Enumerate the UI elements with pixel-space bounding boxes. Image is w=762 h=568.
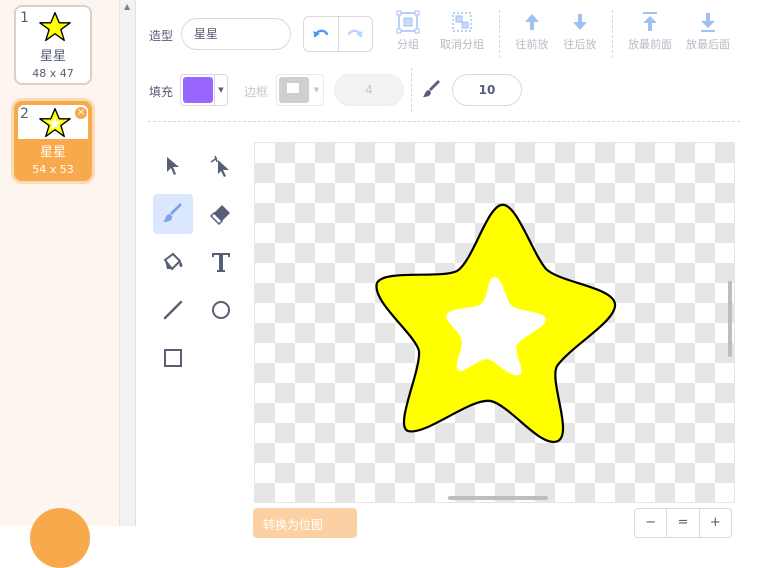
costume-size: 54 x 53	[32, 163, 74, 176]
star-drawing	[375, 203, 617, 444]
eraser-tool[interactable]	[201, 194, 241, 234]
undo-redo-group	[303, 16, 373, 52]
line-icon	[163, 300, 183, 320]
add-costume-button[interactable]	[30, 508, 90, 568]
star-thumbnail-icon	[39, 108, 71, 138]
text-tool[interactable]	[201, 242, 241, 282]
costume-size: 48 x 47	[32, 67, 74, 80]
backward-button[interactable]: 往后放	[552, 10, 608, 58]
brush-size-icon	[423, 80, 440, 97]
star-thumbnail-icon	[39, 12, 71, 42]
move-backward-icon	[573, 14, 587, 30]
zoom-out-button[interactable]: −	[635, 509, 666, 537]
fill-color-swatch	[183, 77, 213, 103]
brush-icon	[163, 203, 182, 222]
costume-name-input[interactable]: 星星	[181, 18, 291, 50]
rectangle-tool[interactable]	[153, 338, 193, 378]
divider	[499, 10, 500, 58]
eraser-icon	[210, 205, 230, 225]
outline-color-picker[interactable]: ▼	[276, 74, 324, 106]
fill-color-picker[interactable]: ▼	[180, 74, 228, 106]
select-tool[interactable]	[153, 146, 193, 186]
ungroup-icon	[452, 12, 472, 32]
costume-tile-1[interactable]: 1 星星 48 x 47	[14, 5, 92, 85]
costume-number: 1	[20, 10, 29, 26]
fill-label: 填充	[149, 85, 174, 99]
circle-tool[interactable]	[201, 290, 241, 330]
costume-tile-2[interactable]: 2 × 星星 54 x 53	[14, 101, 92, 181]
back-button[interactable]: 放最后面	[680, 10, 736, 58]
divider	[411, 68, 412, 112]
brush-tool[interactable]	[153, 194, 193, 234]
text-icon	[212, 253, 230, 272]
zoom-in-button[interactable]: +	[698, 509, 731, 537]
canvas-vertical-scrollbar[interactable]	[728, 281, 732, 357]
convert-to-bitmap-button[interactable]: 转换为位图	[253, 508, 357, 538]
undo-button[interactable]	[304, 17, 338, 51]
costume-number: 2	[20, 106, 29, 122]
front-label: 放最前面	[628, 38, 672, 51]
paint-bucket-icon	[163, 252, 183, 271]
toolbar-divider	[148, 121, 740, 122]
divider	[612, 10, 613, 58]
costume-name: 星星	[39, 49, 66, 64]
delete-costume-icon[interactable]: ×	[74, 106, 88, 120]
select-arrow-icon	[167, 157, 179, 175]
outline-label: 边框	[244, 85, 269, 99]
circle-icon	[212, 301, 230, 319]
ungroup-button[interactable]: 取消分组	[434, 10, 490, 58]
move-forward-icon	[525, 14, 539, 30]
group-icon	[396, 10, 420, 34]
canvas-horizontal-scrollbar[interactable]	[448, 496, 548, 500]
undo-icon	[312, 29, 329, 38]
bring-to-front-icon	[643, 12, 657, 31]
backward-label: 往后放	[563, 38, 597, 51]
costume-list-pane: 1 星星 48 x 47 2 × 星星 54 x 53	[0, 0, 120, 568]
group-button[interactable]: 分组	[380, 10, 436, 58]
brush-size-input[interactable]: 10	[452, 74, 522, 106]
reshape-arrow-icon	[210, 155, 229, 177]
costume-label: 造型	[149, 29, 174, 43]
send-to-back-icon	[701, 13, 715, 32]
costume-list-scrollbar[interactable]: ▲	[120, 0, 136, 526]
group-label: 分组	[397, 38, 419, 51]
outline-width-input[interactable]: 4	[334, 74, 404, 106]
back-label: 放最后面	[686, 38, 730, 51]
fill-tool[interactable]	[153, 242, 193, 282]
costume-name: 星星	[39, 145, 66, 160]
rectangle-icon	[164, 349, 182, 367]
dropdown-caret-icon: ▼	[214, 75, 227, 105]
tool-palette	[148, 142, 248, 382]
zoom-reset-button[interactable]: =	[666, 509, 698, 537]
zoom-controls: − = +	[634, 508, 732, 538]
redo-icon	[348, 29, 364, 38]
reshape-tool[interactable]	[201, 146, 241, 186]
front-button[interactable]: 放最前面	[622, 10, 678, 58]
paint-canvas[interactable]	[254, 142, 735, 503]
line-tool[interactable]	[153, 290, 193, 330]
scroll-up-icon[interactable]: ▲	[124, 2, 130, 11]
dropdown-caret-icon: ▼	[313, 86, 320, 94]
ungroup-label: 取消分组	[440, 38, 484, 51]
redo-button[interactable]	[337, 17, 372, 51]
